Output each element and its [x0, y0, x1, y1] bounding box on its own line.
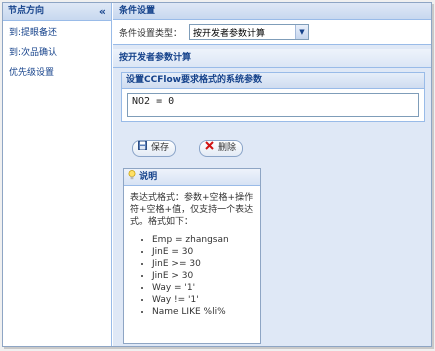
save-button[interactable]: 保存 [132, 140, 177, 157]
lightbulb-icon [128, 170, 139, 182]
condition-type-label: 条件设置类型： [119, 29, 183, 39]
save-icon [137, 141, 148, 156]
collapse-icon[interactable]: « [99, 3, 106, 20]
chevron-down-icon[interactable]: ▼ [295, 25, 308, 39]
nav-item-3[interactable]: 优先级设置 [3, 61, 111, 81]
example-item: Emp = zhangsan [152, 234, 254, 246]
delete-label: 删除 [218, 143, 237, 153]
left-panel: 节点方向 « 到:提眼备还 到:次品确认 优先级设置 [3, 3, 112, 346]
help-body: 表达式格式：参数+空格+操作符+空格+值，仅支持一个表达式。格式如下： Emp … [124, 186, 260, 318]
example-item: Way = '1' [152, 282, 254, 294]
example-item: JinE = 30 [152, 246, 254, 258]
help-title: 说明 [139, 172, 158, 182]
example-item: JinE > 30 [152, 270, 254, 282]
main-panel: 条件设置 条件设置类型： 按开发者参数计算 ▼ 按开发者参数计算 设置CCFlo… [113, 3, 431, 346]
condition-type-select[interactable]: 按开发者参数计算 ▼ [189, 24, 309, 40]
delete-button[interactable]: 删除 [199, 140, 244, 157]
example-item: JinE >= 30 [152, 258, 254, 270]
help-description: 表达式格式：参数+空格+操作符+空格+值，仅支持一个表达式。格式如下： [130, 193, 254, 227]
delete-icon [204, 141, 215, 156]
nav-item-2[interactable]: 到:次品确认 [3, 41, 111, 61]
save-label: 保存 [151, 143, 170, 153]
left-panel-title: 节点方向 [8, 6, 45, 16]
app-frame: 节点方向 « 到:提眼备还 到:次品确认 优先级设置 条件设置 条件设置类型： … [2, 2, 432, 347]
help-title-row: 说明 [124, 169, 260, 186]
expression-input[interactable]: NO2 = 0 [127, 93, 419, 117]
example-item: Way != '1' [152, 294, 254, 306]
condition-type-row: 条件设置类型： 按开发者参数计算 ▼ [113, 20, 431, 45]
format-box: 设置CCFlow要求格式的系统参数 NO2 = 0 [121, 72, 425, 122]
nav-item-1[interactable]: 到:提眼备还 [3, 21, 111, 41]
left-panel-header: 节点方向 « [3, 3, 111, 21]
section-title: 按开发者参数计算 [113, 49, 431, 68]
format-box-title: 设置CCFlow要求格式的系统参数 [122, 73, 424, 89]
main-panel-title: 条件设置 [113, 3, 431, 20]
condition-type-value: 按开发者参数计算 [193, 29, 266, 39]
example-list: Emp = zhangsan JinE = 30 JinE >= 30 JinE… [130, 234, 254, 318]
help-box: 说明 表达式格式：参数+空格+操作符+空格+值，仅支持一个表达式。格式如下： E… [123, 168, 261, 344]
example-item: Name LIKE %li% [152, 306, 254, 318]
